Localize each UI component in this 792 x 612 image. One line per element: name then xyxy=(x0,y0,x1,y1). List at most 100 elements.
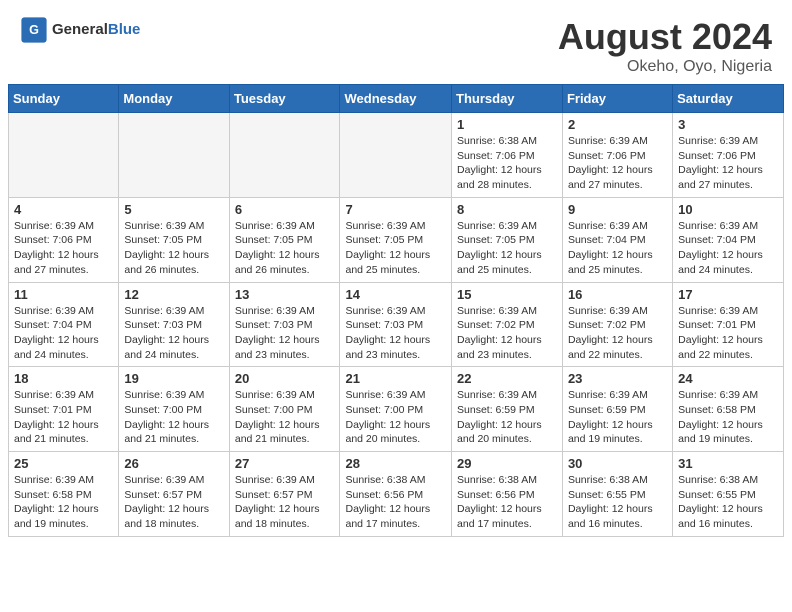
day-info: Sunrise: 6:39 AMSunset: 7:00 PMDaylight:… xyxy=(124,388,223,447)
day-info: Sunrise: 6:39 AMSunset: 7:03 PMDaylight:… xyxy=(124,304,223,363)
day-info: Sunrise: 6:39 AMSunset: 7:01 PMDaylight:… xyxy=(678,304,778,363)
day-info: Sunrise: 6:39 AMSunset: 7:04 PMDaylight:… xyxy=(14,304,113,363)
week-row-5: 25 Sunrise: 6:39 AMSunset: 6:58 PMDayligh… xyxy=(9,452,784,537)
page-header: G GeneralBlue August 2024 Okeho, Oyo, Ni… xyxy=(0,0,792,84)
logo-icon: G xyxy=(20,16,48,44)
day-cell-3-0: 18Sunrise: 6:39 AMSunset: 7:01 PMDayligh… xyxy=(9,367,119,452)
day-number: 17 xyxy=(678,287,778,302)
title-block: August 2024 Okeho, Oyo, Nigeria xyxy=(558,16,772,76)
day-number: 24 xyxy=(678,371,778,386)
calendar-table: Sunday Monday Tuesday Wednesday Thursday… xyxy=(8,84,784,537)
day-cell-1-6: 10 Sunrise: 6:39 AMSunset: 7:04 PMDayligh… xyxy=(673,197,784,282)
day-info: Sunrise: 6:39 AMSunset: 7:04 PMDaylight:… xyxy=(678,219,778,278)
day-number: 6 xyxy=(235,202,335,217)
calendar-title: August 2024 xyxy=(558,16,772,58)
day-cell-2-3: 14Sunrise: 6:39 AMSunset: 7:03 PMDayligh… xyxy=(340,282,452,367)
day-cell-1-1: 5 Sunrise: 6:39 AMSunset: 7:05 PMDaylight… xyxy=(119,197,229,282)
day-number: 14 xyxy=(345,287,446,302)
day-number: 20 xyxy=(235,371,335,386)
day-info: Sunrise: 6:38 AMSunset: 6:55 PMDaylight:… xyxy=(568,473,667,532)
day-number: 26 xyxy=(124,456,223,471)
day-info: Sunrise: 6:39 AMSunset: 7:03 PMDaylight:… xyxy=(235,304,335,363)
day-cell-4-0: 25 Sunrise: 6:39 AMSunset: 6:58 PMDayligh… xyxy=(9,452,119,537)
day-cell-3-3: 21 Sunrise: 6:39 AMSunset: 7:00 PMDayligh… xyxy=(340,367,452,452)
day-number: 10 xyxy=(678,202,778,217)
day-number: 27 xyxy=(235,456,335,471)
day-info: Sunrise: 6:39 AMSunset: 7:00 PMDaylight:… xyxy=(345,388,446,447)
day-number: 23 xyxy=(568,371,667,386)
day-cell-2-0: 11 Sunrise: 6:39 AMSunset: 7:04 PMDayligh… xyxy=(9,282,119,367)
week-row-3: 11 Sunrise: 6:39 AMSunset: 7:04 PMDayligh… xyxy=(9,282,784,367)
day-number: 25 xyxy=(14,456,113,471)
day-number: 16 xyxy=(568,287,667,302)
day-cell-4-4: 29Sunrise: 6:38 AMSunset: 6:56 PMDayligh… xyxy=(452,452,563,537)
day-info: Sunrise: 6:39 AMSunset: 6:59 PMDaylight:… xyxy=(457,388,557,447)
week-row-2: 4 Sunrise: 6:39 AMSunset: 7:06 PMDaylight… xyxy=(9,197,784,282)
day-info: Sunrise: 6:39 AMSunset: 7:05 PMDaylight:… xyxy=(235,219,335,278)
calendar-wrap: Sunday Monday Tuesday Wednesday Thursday… xyxy=(0,84,792,545)
day-number: 21 xyxy=(345,371,446,386)
day-number: 5 xyxy=(124,202,223,217)
day-cell-2-5: 16 Sunrise: 6:39 AMSunset: 7:02 PMDayligh… xyxy=(562,282,672,367)
day-number: 7 xyxy=(345,202,446,217)
day-number: 15 xyxy=(457,287,557,302)
logo-text: GeneralBlue xyxy=(52,22,140,39)
day-cell-4-5: 30 Sunrise: 6:38 AMSunset: 6:55 PMDayligh… xyxy=(562,452,672,537)
day-info: Sunrise: 6:39 AMSunset: 6:59 PMDaylight:… xyxy=(568,388,667,447)
col-saturday: Saturday xyxy=(673,85,784,113)
day-cell-1-2: 6 Sunrise: 6:39 AMSunset: 7:05 PMDaylight… xyxy=(229,197,340,282)
day-number: 2 xyxy=(568,117,667,132)
day-info: Sunrise: 6:39 AMSunset: 7:06 PMDaylight:… xyxy=(14,219,113,278)
day-info: Sunrise: 6:39 AMSunset: 7:01 PMDaylight:… xyxy=(14,388,113,447)
day-info: Sunrise: 6:38 AMSunset: 6:55 PMDaylight:… xyxy=(678,473,778,532)
day-info: Sunrise: 6:38 AMSunset: 6:56 PMDaylight:… xyxy=(457,473,557,532)
logo-general: General xyxy=(52,21,108,38)
logo: G GeneralBlue xyxy=(20,16,140,44)
day-cell-3-1: 19Sunrise: 6:39 AMSunset: 7:00 PMDayligh… xyxy=(119,367,229,452)
day-number: 12 xyxy=(124,287,223,302)
day-info: Sunrise: 6:38 AMSunset: 7:06 PMDaylight:… xyxy=(457,134,557,193)
day-number: 1 xyxy=(457,117,557,132)
col-monday: Monday xyxy=(119,85,229,113)
day-number: 11 xyxy=(14,287,113,302)
logo-blue: Blue xyxy=(108,21,141,38)
day-info: Sunrise: 6:39 AMSunset: 7:05 PMDaylight:… xyxy=(124,219,223,278)
day-cell-2-1: 12 Sunrise: 6:39 AMSunset: 7:03 PMDayligh… xyxy=(119,282,229,367)
day-cell-0-0 xyxy=(9,113,119,198)
day-cell-0-4: 1 Sunrise: 6:38 AMSunset: 7:06 PMDaylight… xyxy=(452,113,563,198)
col-friday: Friday xyxy=(562,85,672,113)
day-info: Sunrise: 6:39 AMSunset: 6:58 PMDaylight:… xyxy=(14,473,113,532)
day-cell-0-1 xyxy=(119,113,229,198)
day-cell-2-4: 15Sunrise: 6:39 AMSunset: 7:02 PMDayligh… xyxy=(452,282,563,367)
day-info: Sunrise: 6:39 AMSunset: 7:06 PMDaylight:… xyxy=(568,134,667,193)
day-cell-1-0: 4 Sunrise: 6:39 AMSunset: 7:06 PMDaylight… xyxy=(9,197,119,282)
day-cell-0-2 xyxy=(229,113,340,198)
day-cell-4-1: 26 Sunrise: 6:39 AMSunset: 6:57 PMDayligh… xyxy=(119,452,229,537)
day-number: 4 xyxy=(14,202,113,217)
day-info: Sunrise: 6:39 AMSunset: 7:00 PMDaylight:… xyxy=(235,388,335,447)
day-info: Sunrise: 6:39 AMSunset: 7:02 PMDaylight:… xyxy=(568,304,667,363)
day-cell-1-4: 8Sunrise: 6:39 AMSunset: 7:05 PMDaylight… xyxy=(452,197,563,282)
weekday-header-row: Sunday Monday Tuesday Wednesday Thursday… xyxy=(9,85,784,113)
day-info: Sunrise: 6:39 AMSunset: 6:57 PMDaylight:… xyxy=(124,473,223,532)
day-info: Sunrise: 6:39 AMSunset: 6:58 PMDaylight:… xyxy=(678,388,778,447)
day-info: Sunrise: 6:39 AMSunset: 7:05 PMDaylight:… xyxy=(345,219,446,278)
day-number: 28 xyxy=(345,456,446,471)
day-cell-3-2: 20 Sunrise: 6:39 AMSunset: 7:00 PMDayligh… xyxy=(229,367,340,452)
day-number: 30 xyxy=(568,456,667,471)
day-cell-1-3: 7 Sunrise: 6:39 AMSunset: 7:05 PMDaylight… xyxy=(340,197,452,282)
col-tuesday: Tuesday xyxy=(229,85,340,113)
day-number: 8 xyxy=(457,202,557,217)
day-cell-3-6: 24 Sunrise: 6:39 AMSunset: 6:58 PMDayligh… xyxy=(673,367,784,452)
col-sunday: Sunday xyxy=(9,85,119,113)
day-info: Sunrise: 6:39 AMSunset: 6:57 PMDaylight:… xyxy=(235,473,335,532)
day-cell-0-3 xyxy=(340,113,452,198)
day-number: 3 xyxy=(678,117,778,132)
col-wednesday: Wednesday xyxy=(340,85,452,113)
day-info: Sunrise: 6:39 AMSunset: 7:04 PMDaylight:… xyxy=(568,219,667,278)
day-cell-2-2: 13Sunrise: 6:39 AMSunset: 7:03 PMDayligh… xyxy=(229,282,340,367)
day-cell-0-5: 2 Sunrise: 6:39 AMSunset: 7:06 PMDaylight… xyxy=(562,113,672,198)
day-cell-4-2: 27 Sunrise: 6:39 AMSunset: 6:57 PMDayligh… xyxy=(229,452,340,537)
day-cell-3-5: 23 Sunrise: 6:39 AMSunset: 6:59 PMDayligh… xyxy=(562,367,672,452)
day-number: 9 xyxy=(568,202,667,217)
